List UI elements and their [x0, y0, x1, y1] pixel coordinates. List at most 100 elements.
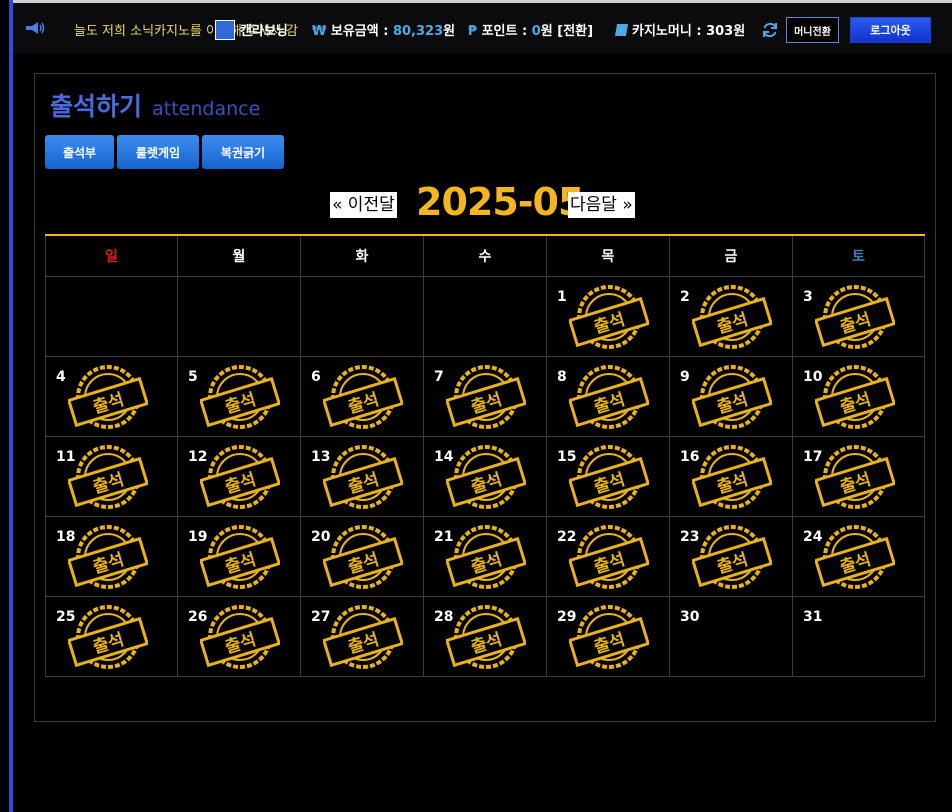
calendar-week-row: 25 출석 26 출석 27 출석 28 출석 29 출석 30 31	[45, 596, 925, 677]
attendance-stamp-icon: 출석	[815, 285, 895, 349]
attendance-stamp-icon: 출석	[446, 605, 526, 669]
calendar-day-cell: 22 출석	[546, 516, 670, 597]
month-nav: « 이전달 2025-05 다음달 »	[35, 180, 935, 224]
attendance-stamp-icon: 출석	[446, 365, 526, 429]
calendar-day-cell: 20 출석	[300, 516, 424, 597]
calendar-day-cell: 28 출석	[423, 596, 547, 677]
calendar-week-row: 4 출석 5 출석 6 출석 7 출석 8 출석 9 출석 10 출석	[45, 356, 925, 437]
calendar-day-cell: 21 출석	[423, 516, 547, 597]
attendance-stamp-icon: 출석	[692, 445, 772, 509]
calendar-day-cell: 3 출석	[792, 276, 925, 357]
calendar-empty-cell	[300, 276, 424, 357]
calendar-day-cell: 27 출석	[300, 596, 424, 677]
attendance-stamp-icon: 출석	[569, 525, 649, 589]
calendar-day-cell: 17 출석	[792, 436, 925, 517]
attendance-calendar: 일 월 화 수 목 금 토 1 출석 2 출석 3 출석 4 출석 5 출석 6 출석 7 출석 8 출석 9 출…	[45, 234, 925, 677]
calendar-day-cell: 23 출석	[669, 516, 793, 597]
casino-money-value: 303원	[706, 24, 746, 39]
megaphone-icon	[26, 22, 45, 34]
weekday-sun: 일	[45, 234, 178, 277]
day-number: 31	[803, 609, 823, 625]
attendance-stamp-icon: 출석	[323, 525, 403, 589]
money-convert-button[interactable]: 머니전환	[786, 17, 839, 43]
calendar-day-cell: 25 출석	[45, 596, 178, 677]
calendar-week-row: 1 출석 2 출석 3 출석	[45, 276, 925, 357]
day-number: 9	[680, 369, 690, 385]
calendar-day-cell: 30	[669, 596, 793, 677]
attendance-stamp-icon: 출석	[569, 605, 649, 669]
point-convert-link[interactable]: 원 [전환]	[541, 24, 593, 39]
attendance-stamp-icon: 출석	[446, 445, 526, 509]
attendance-stamp-icon: 출석	[200, 525, 280, 589]
calendar-day-cell: 19 출석	[177, 516, 301, 597]
weekday-fri: 금	[669, 234, 793, 277]
calendar-day-cell: 26 출석	[177, 596, 301, 677]
day-number: 30	[680, 609, 700, 625]
attendance-stamp-icon: 출석	[692, 525, 772, 589]
left-border	[9, 0, 13, 812]
calendar-day-cell: 13 출석	[300, 436, 424, 517]
balance-unit: 원	[443, 24, 456, 39]
calendar-day-cell: 11 출석	[45, 436, 178, 517]
calendar-day-cell: 5 출석	[177, 356, 301, 437]
point-value: 0	[531, 24, 541, 39]
weekday-wed: 수	[423, 234, 547, 277]
attendance-stamp-icon: 출석	[68, 365, 148, 429]
attendance-stamp-icon: 출석	[200, 445, 280, 509]
calendar-week-row: 18 출석 19 출석 20 출석 21 출석 22 출석 23 출석 24 출석	[45, 516, 925, 597]
point-icon: ₱	[468, 24, 478, 39]
next-month-button[interactable]: 다음달 »	[568, 192, 635, 218]
prev-month-button[interactable]: « 이전달	[330, 192, 397, 218]
attendance-stamp-icon: 출석	[200, 605, 280, 669]
day-number: 2	[680, 289, 690, 305]
page-title: 출석하기 attendance	[50, 87, 260, 123]
weekday-mon: 월	[177, 234, 301, 277]
tab-lottery[interactable]: 복권긁기	[202, 135, 284, 169]
balance-label: 보유금액 :	[330, 24, 393, 39]
day-number: 4	[56, 369, 66, 385]
calendar-day-cell: 7 출석	[423, 356, 547, 437]
calendar-empty-cell	[423, 276, 547, 357]
calendar-day-cell: 4 출석	[45, 356, 178, 437]
calendar-day-cell: 31	[792, 596, 925, 677]
calendar-day-cell: 12 출석	[177, 436, 301, 517]
calendar-day-cell: 10 출석	[792, 356, 925, 437]
day-number: 7	[434, 369, 444, 385]
balance: ₩ 보유금액 : 80,323원	[312, 20, 455, 39]
calendar-day-cell: 16 출석	[669, 436, 793, 517]
calendar-empty-cell	[177, 276, 301, 357]
casino-money: 카지노머니 : 303원	[614, 20, 746, 39]
attendance-stamp-icon: 출석	[446, 525, 526, 589]
calendar-day-cell: 18 출석	[45, 516, 178, 597]
attendance-stamp-icon: 출석	[569, 365, 649, 429]
attendance-stamp-icon: 출석	[692, 365, 772, 429]
calendar-day-cell: 8 출석	[546, 356, 670, 437]
day-number: 1	[557, 289, 567, 305]
top-bar: 늘도 저희 소닉카지노를 이용해 주셔서 감 캔라보닝 ₩ 보유금액 : 80,…	[13, 0, 952, 54]
point: ₱ 포인트 : 0원 [전환]	[468, 20, 593, 39]
weekday-sat: 토	[792, 234, 925, 277]
attendance-stamp-icon: 출석	[692, 285, 772, 349]
day-number: 3	[803, 289, 813, 305]
logout-button[interactable]: 로그아웃	[850, 17, 931, 43]
casino-money-label: 카지노머니 :	[632, 24, 707, 39]
attendance-stamp-icon: 출석	[68, 525, 148, 589]
calendar-day-cell: 14 출석	[423, 436, 547, 517]
calendar-day-cell: 24 출석	[792, 516, 925, 597]
attendance-stamp-icon: 출석	[200, 365, 280, 429]
attendance-stamp-icon: 출석	[68, 445, 148, 509]
tab-attendance[interactable]: 출석부	[45, 135, 114, 169]
attendance-stamp-icon: 출석	[569, 285, 649, 349]
calendar-day-cell: 2 출석	[669, 276, 793, 357]
refresh-icon[interactable]	[761, 21, 779, 39]
day-number: 6	[311, 369, 321, 385]
weekday-row: 일 월 화 수 목 금 토	[45, 234, 925, 277]
calendar-day-cell: 6 출석	[300, 356, 424, 437]
calendar-empty-cell	[45, 276, 178, 357]
attendance-panel: 출석하기 attendance 출석부 룰렛게임 복권긁기 « 이전달 2025…	[34, 73, 936, 722]
calendar-day-cell: 1 출석	[546, 276, 670, 357]
page-title-en: attendance	[152, 98, 261, 120]
page-title-ko: 출석하기	[50, 92, 143, 121]
attendance-stamp-icon: 출석	[68, 605, 148, 669]
tab-roulette[interactable]: 룰렛게임	[117, 135, 199, 169]
